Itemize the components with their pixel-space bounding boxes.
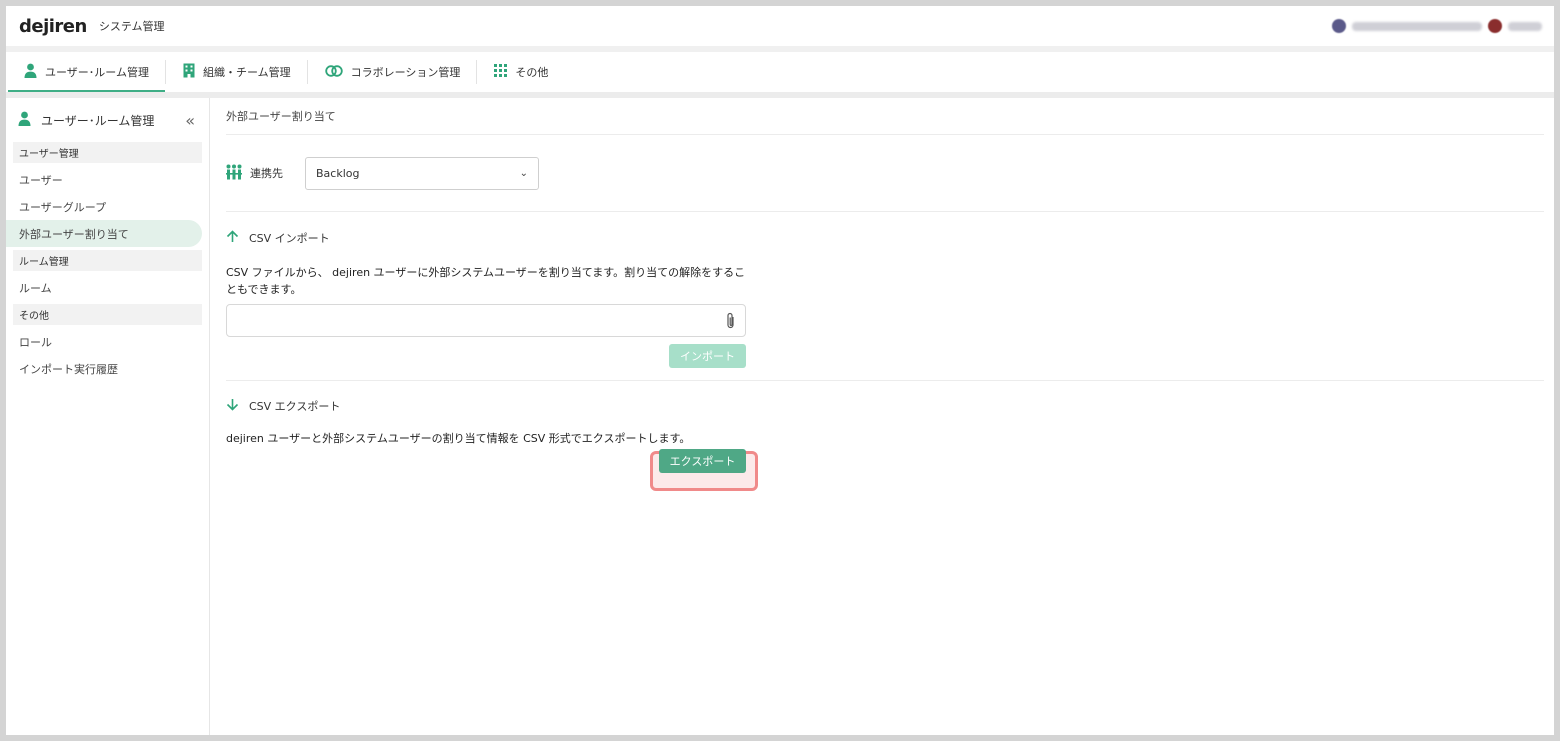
organization-avatar: [1332, 19, 1346, 33]
arrow-down-icon: [226, 398, 239, 414]
person-icon: [18, 111, 31, 129]
csv-file-input[interactable]: [226, 304, 746, 337]
app-title: システム管理: [98, 20, 165, 33]
top-bar: dejiren システム管理: [6, 6, 1554, 46]
sidebar: ユーザー･ルーム管理 « ユーザー管理 ユーザー ユーザーグループ 外部ユーザー…: [6, 98, 210, 735]
import-actions: インポート: [226, 344, 746, 368]
tab-user-room[interactable]: ユーザー･ルーム管理: [6, 52, 165, 92]
account-area[interactable]: [1332, 19, 1542, 33]
tab-other[interactable]: その他: [476, 52, 564, 92]
connection-select-value: Backlog: [316, 166, 360, 180]
export-actions: エクスポート: [226, 449, 746, 473]
sidebar-item-external-user-assignment[interactable]: 外部ユーザー割り当て: [6, 220, 202, 247]
chevron-down-icon: ⌄: [519, 167, 528, 179]
import-button[interactable]: インポート: [669, 344, 746, 368]
arrow-up-icon: [226, 230, 239, 246]
sidebar-section-room-management: ルーム管理: [13, 250, 202, 271]
sidebar-item-rooms[interactable]: ルーム: [6, 274, 202, 301]
import-section-header: CSV インポート: [226, 228, 1544, 248]
user-name-blurred: [1508, 21, 1542, 31]
sidebar-header: ユーザー･ルーム管理 «: [6, 98, 209, 142]
tab-label: その他: [515, 66, 549, 79]
page-title: 外部ユーザー割り当て: [226, 98, 1544, 135]
tab-label: コラボレーション管理: [350, 66, 461, 79]
grid-icon: [494, 64, 508, 80]
tab-organization-team[interactable]: 組織・チーム管理: [164, 52, 307, 92]
tab-label: ユーザー･ルーム管理: [45, 66, 149, 79]
tab-collaboration[interactable]: コラボレーション管理: [306, 52, 477, 92]
import-description: CSV ファイルから、 dejiren ユーザーに外部システムユーザーを割り当て…: [226, 266, 746, 296]
export-section: CSV エクスポート dejiren ユーザーと外部システムユーザーの割り当て情…: [226, 381, 1544, 491]
export-button[interactable]: エクスポート: [659, 449, 746, 473]
connection-label-group: 連携先: [226, 164, 305, 183]
sidebar-item-roles[interactable]: ロール: [6, 328, 202, 355]
export-description: dejiren ユーザーと外部システムユーザーの割り当て情報を CSV 形式でエ…: [226, 432, 691, 445]
connection-select[interactable]: Backlog ⌄: [305, 156, 539, 190]
import-title: CSV インポート: [249, 232, 330, 245]
sidebar-title: ユーザー･ルーム管理: [41, 113, 155, 128]
sidebar-item-user-groups[interactable]: ユーザーグループ: [6, 193, 202, 220]
building-icon: [183, 63, 195, 81]
collapse-sidebar-icon[interactable]: «: [185, 111, 195, 130]
export-title: CSV エクスポート: [249, 400, 341, 413]
sidebar-item-import-history[interactable]: インポート実行履歴: [6, 355, 202, 382]
organization-name-blurred: [1352, 21, 1482, 31]
import-section: CSV インポート CSV ファイルから、 dejiren ユーザーに外部システ…: [226, 212, 1544, 368]
logo[interactable]: dejiren: [19, 16, 87, 37]
sidebar-section-other: その他: [13, 304, 202, 325]
person-icon: [24, 63, 37, 81]
sidebar-item-users[interactable]: ユーザー: [6, 166, 202, 193]
export-section-header: CSV エクスポート: [226, 396, 1544, 416]
connection-label: 連携先: [250, 167, 283, 180]
user-avatar[interactable]: [1488, 19, 1502, 33]
paperclip-icon[interactable]: [725, 312, 736, 334]
users-link-icon: [226, 164, 242, 183]
main-content: 外部ユーザー割り当て 連携先 Backlog ⌄ CSV インポート CSV フ: [226, 98, 1544, 735]
app-window: dejiren システム管理 ユーザー･ルーム管理 組織・チーム管理 コラボレー…: [6, 6, 1554, 735]
link-icon: [324, 64, 343, 80]
sidebar-section-user-management: ユーザー管理: [13, 142, 202, 163]
connection-row: 連携先 Backlog ⌄: [226, 135, 1544, 212]
main-tabs: ユーザー･ルーム管理 組織・チーム管理 コラボレーション管理 その他: [6, 52, 1554, 92]
tab-label: 組織・チーム管理: [202, 66, 291, 79]
